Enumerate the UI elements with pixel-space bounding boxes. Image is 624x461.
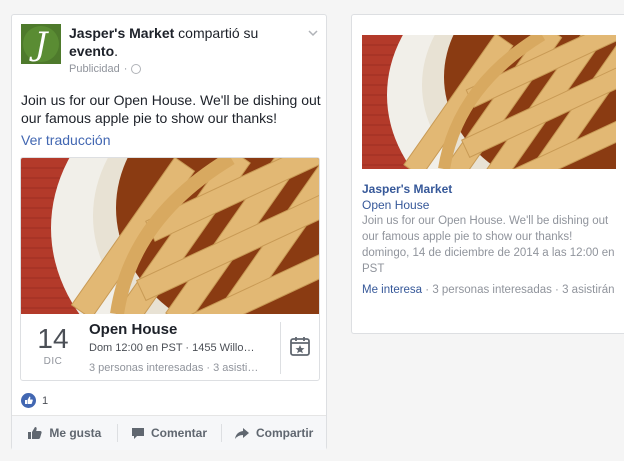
post-body-text: Join us for our Open House. We'll be dis… [21, 92, 321, 126]
like-reaction-icon [21, 393, 36, 408]
ad-interest-row: Me interesa · 3 personas interesadas · 3… [362, 282, 616, 298]
header-period: . [114, 43, 119, 59]
globe-icon [131, 64, 142, 74]
ad-description: Join us for our Open House. We'll be dis… [362, 213, 616, 277]
ad-interest-stats: · 3 personas interesadas · 3 asistirán [422, 284, 615, 296]
comment-icon [132, 427, 144, 439]
event-details: Dom 12:00 en PST · 1455 Willo… [89, 342, 255, 354]
page-name-link[interactable]: Jasper's Market [69, 25, 174, 41]
chevron-down-icon[interactable] [308, 28, 318, 38]
like-count: 1 [42, 394, 49, 407]
ad-datetime: domingo, 14 de diciembre de 2014 a las 1… [362, 247, 615, 275]
event-attachment[interactable]: 14 DIC Open House Dom 12:00 en PST · 145… [20, 157, 320, 381]
share-button[interactable]: Compartir [221, 416, 326, 450]
event-object-link[interactable]: evento [69, 43, 114, 59]
ad-event-title[interactable]: Open House [362, 198, 429, 212]
feed-post-card: J Jasper's Market compartió su evento. P… [11, 14, 327, 450]
meta-separator: · [123, 63, 128, 75]
ad-cover-image[interactable] [362, 35, 616, 169]
event-date-block: 14 DIC [21, 314, 85, 380]
share-icon [235, 427, 249, 439]
comment-button[interactable]: Comentar [116, 416, 222, 450]
comment-button-label: Comentar [151, 426, 208, 440]
reaction-summary[interactable]: 1 [21, 393, 48, 408]
ad-description-text: Join us for our Open House. We'll be dis… [362, 215, 609, 243]
post-action-bar: Me gusta Comentar Compartir [12, 415, 326, 450]
event-cover-image[interactable] [21, 158, 320, 314]
like-button[interactable]: Me gusta [12, 416, 117, 450]
post-header: Jasper's Market compartió su evento. [69, 24, 299, 60]
sponsored-label[interactable]: Publicidad [69, 63, 120, 75]
page-logo-avatar[interactable]: J [21, 24, 61, 64]
calendar-icon[interactable] [289, 335, 311, 357]
see-translation-link[interactable]: Ver traducción [21, 132, 111, 148]
event-title[interactable]: Open House [89, 321, 177, 338]
right-column-ad[interactable]: Jasper's Market Open House Join us for o… [351, 14, 624, 334]
like-icon [28, 427, 42, 439]
share-button-label: Compartir [256, 426, 314, 440]
post-action-text: compartió su [178, 25, 259, 41]
logo-letter: J [34, 25, 48, 63]
post-meta: Publicidad · [69, 63, 142, 75]
event-month: DIC [43, 356, 63, 367]
event-divider [280, 322, 281, 374]
interested-link[interactable]: Me interesa [362, 284, 422, 296]
ad-page-name[interactable]: Jasper's Market [362, 182, 452, 196]
event-interest-count: 3 personas interesadas · 3 asisti… [89, 362, 259, 374]
like-button-label: Me gusta [49, 426, 102, 440]
event-day: 14 [37, 323, 69, 354]
